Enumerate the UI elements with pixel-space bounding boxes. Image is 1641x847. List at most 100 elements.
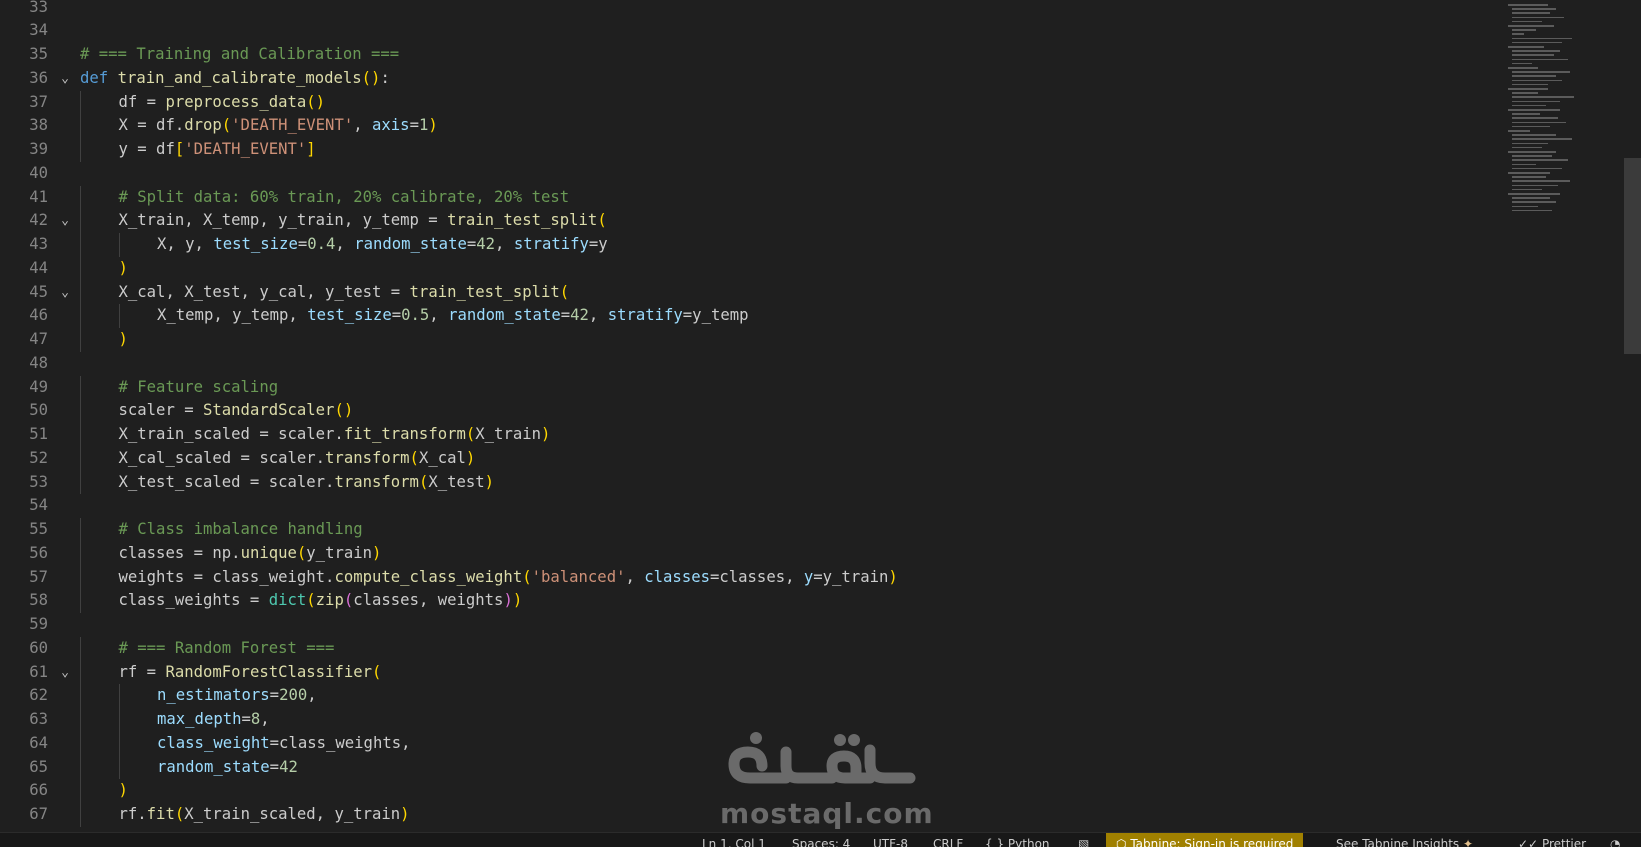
- code-line[interactable]: 50 scaler = StandardScaler(): [0, 399, 1500, 423]
- minimap-line: [1512, 16, 1564, 19]
- code-line[interactable]: 51 X_train_scaled = scaler.fit_transform(…: [0, 423, 1500, 447]
- code-token: 'DEATH_EVENT': [184, 140, 307, 158]
- code-line[interactable]: 49 # Feature scaling: [0, 375, 1500, 400]
- copilot-icon[interactable]: ▧: [1078, 833, 1089, 847]
- code-token: ,: [495, 235, 514, 253]
- tabnine-insights-button[interactable]: See Tabnine Insights ✦: [1336, 833, 1473, 847]
- code-token: 0.4: [307, 235, 336, 253]
- minimap-line: [1512, 50, 1560, 52]
- indent-guide: [80, 233, 81, 257]
- code-line[interactable]: 38 X = df.drop('DEATH_EVENT', axis=1): [0, 114, 1500, 138]
- code-line[interactable]: 53 X_test_scaled = scaler.transform(X_tes…: [0, 470, 1500, 495]
- language-mode[interactable]: { } Python: [985, 833, 1050, 847]
- chevron-down-icon[interactable]: ⌄: [58, 209, 72, 233]
- chevron-down-icon[interactable]: ⌄: [58, 661, 72, 685]
- code-line[interactable]: 48: [0, 352, 1500, 376]
- code-line[interactable]: 55 # Class imbalance handling: [0, 518, 1500, 542]
- minimap[interactable]: [1508, 0, 1628, 240]
- code-text: n_estimators=200,: [157, 684, 317, 708]
- line-number: 34: [29, 21, 48, 40]
- code-line[interactable]: 44): [0, 256, 1500, 281]
- minimap-line: [1512, 8, 1556, 10]
- code-token: ): [118, 258, 128, 277]
- code-line[interactable]: 59: [0, 613, 1500, 637]
- indent-guide: [80, 375, 81, 400]
- line-number: 48: [29, 353, 48, 372]
- code-line[interactable]: 40: [0, 162, 1500, 186]
- minimap-line: [1512, 75, 1556, 77]
- eol-setting[interactable]: CRLF: [933, 833, 963, 847]
- line-number: 63: [29, 710, 48, 728]
- code-token: fit_transform: [343, 425, 466, 443]
- code-text: X = df.drop('DEATH_EVENT', axis=1): [119, 114, 438, 138]
- code-line[interactable]: 36 ⌄ def train_and_calibrate_models():: [0, 67, 1500, 91]
- minimap-line: [1512, 155, 1552, 157]
- line-number: 57: [29, 567, 48, 586]
- code-line[interactable]: 46 X_temp, y_temp, test_size=0.5, random_…: [0, 304, 1500, 328]
- code-token: X_cal, X_test, y_cal, y_test =: [118, 282, 410, 301]
- code-line[interactable]: 42 ⌄ X_train, X_temp, y_train, y_temp = tr…: [0, 209, 1500, 233]
- code-line[interactable]: 37 df = preprocess_data(): [0, 90, 1500, 115]
- code-token: classes = np.: [118, 543, 241, 562]
- code-text: X_train, X_temp, y_train, y_temp = train…: [119, 209, 607, 233]
- chevron-down-icon[interactable]: ⌄: [58, 67, 72, 91]
- code-line[interactable]: 54: [0, 494, 1500, 518]
- code-line[interactable]: 47): [0, 328, 1500, 352]
- cursor-position[interactable]: Ln 1, Col 1: [702, 833, 766, 847]
- code-line[interactable]: 58 class_weights = dict(zip(classes, weig…: [0, 589, 1500, 613]
- code-token: X_train_scaled = scaler.: [118, 425, 344, 443]
- code-line[interactable]: 61 ⌄ rf = RandomForestClassifier(: [0, 660, 1500, 685]
- code-line[interactable]: 60 # === Random Forest ===: [0, 636, 1500, 661]
- code-token: X_cal_scaled = scaler.: [118, 448, 326, 467]
- code-editor[interactable]: 33 34 35 # === Training and Calibration ===…: [0, 0, 1641, 832]
- prettier-status[interactable]: ✓✓ Prettier: [1518, 833, 1586, 847]
- code-text: X_cal, X_test, y_cal, y_test = train_tes…: [119, 281, 570, 305]
- line-number: 43: [29, 235, 48, 253]
- code-token: unique: [240, 543, 297, 562]
- encoding-setting[interactable]: UTF-8: [873, 833, 908, 847]
- code-text: df = preprocess_data(): [119, 91, 326, 115]
- code-token: fit: [146, 805, 175, 823]
- code-line[interactable]: 52 X_cal_scaled = scaler.transform(X_cal): [0, 446, 1500, 471]
- code-token: [: [174, 140, 185, 158]
- indentation-setting[interactable]: Spaces: 4: [792, 833, 850, 847]
- code-line[interactable]: 34: [0, 19, 1500, 43]
- code-token: X_train: [475, 425, 541, 443]
- indent-guide: [80, 803, 81, 827]
- code-line[interactable]: 39 y = df['DEATH_EVENT']: [0, 138, 1500, 162]
- code-token: (: [372, 662, 382, 681]
- tabnine-status[interactable]: ⬡ Tabnine: Sign-in is required: [1106, 833, 1304, 847]
- line-number: 61: [29, 662, 48, 681]
- code-token: =: [269, 686, 280, 705]
- code-token: random_state: [448, 306, 561, 325]
- code-line[interactable]: 57 weights = class_weight.compute_class_w…: [0, 565, 1500, 590]
- code-token: RandomForestClassifier: [165, 662, 372, 681]
- code-line[interactable]: 62 n_estimators=200,: [0, 684, 1500, 708]
- code-text: scaler = StandardScaler(): [119, 399, 354, 423]
- line-number: 54: [29, 496, 48, 515]
- code-token: classes: [644, 567, 710, 586]
- code-text: rf = RandomForestClassifier(: [119, 661, 382, 685]
- code-token: (: [306, 591, 316, 610]
- line-number: 49: [29, 377, 48, 396]
- watermark-logo: [728, 732, 916, 784]
- vertical-scrollbar[interactable]: [1624, 158, 1641, 354]
- code-line[interactable]: 33: [0, 0, 1500, 19]
- code-text: class_weights = dict(zip(classes, weight…: [119, 589, 523, 613]
- code-line[interactable]: 35 # === Training and Calibration ===: [0, 43, 1500, 67]
- code-line[interactable]: 45 ⌄ X_cal, X_test, y_cal, y_test = train_…: [0, 280, 1500, 305]
- code-token: X_test_scaled = scaler.: [118, 472, 335, 491]
- code-token: ,: [625, 567, 645, 586]
- code-line[interactable]: 41 # Split data: 60% train, 20% calibrate…: [0, 185, 1500, 210]
- code-line[interactable]: 56 classes = np.unique(y_train): [0, 541, 1500, 566]
- chevron-down-icon[interactable]: ⌄: [58, 281, 72, 305]
- indent-guide: [80, 470, 81, 495]
- code-token: StandardScaler: [203, 401, 335, 420]
- code-line[interactable]: 43 X, y, test_size=0.4, random_state=42, …: [0, 233, 1500, 257]
- indent-guide: [80, 328, 81, 352]
- notifications-bell-icon[interactable]: ◔: [1610, 833, 1620, 847]
- code-token: ,: [353, 116, 373, 135]
- code-token: random_state: [157, 757, 270, 776]
- minimap-line: [1512, 100, 1560, 103]
- line-number: 56: [29, 543, 48, 562]
